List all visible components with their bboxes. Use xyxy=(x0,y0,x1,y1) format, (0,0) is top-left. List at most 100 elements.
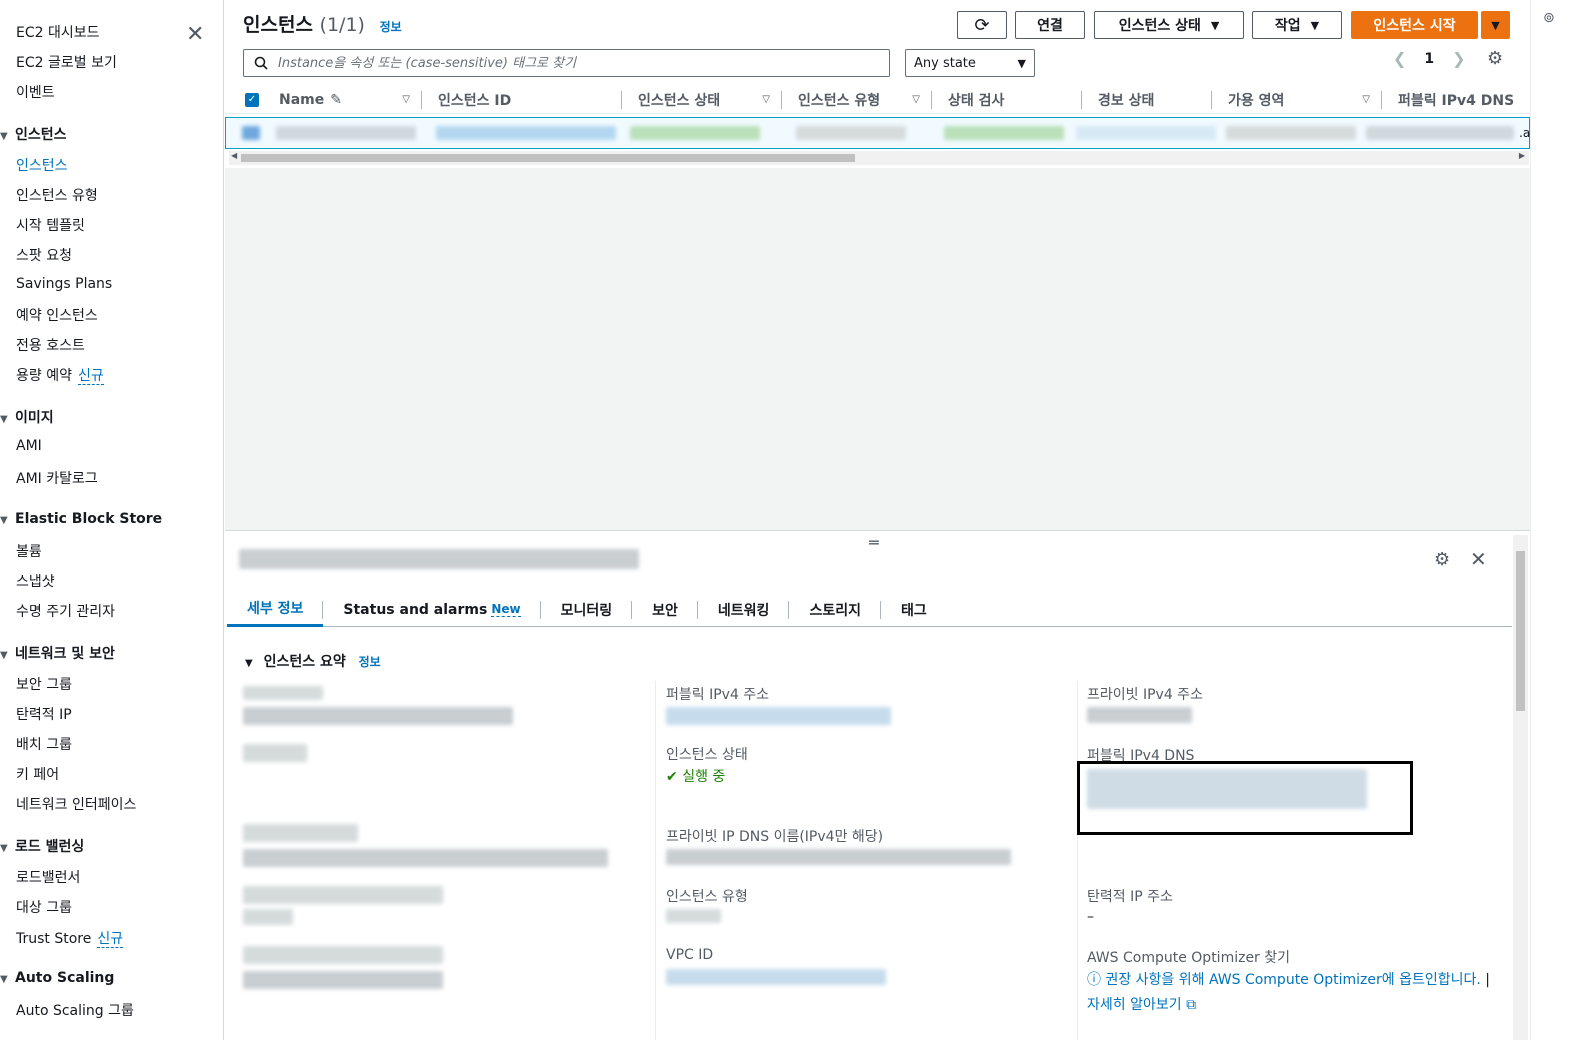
sidebar-item-snapshots[interactable]: 스냅샷 xyxy=(16,571,55,591)
chevron-right-icon[interactable]: ❯ xyxy=(1452,49,1465,68)
column-name[interactable]: Name ✎ ▽ xyxy=(263,86,422,114)
caret-down-icon: ▼ xyxy=(1310,18,1320,32)
sort-icon[interactable]: ▽ xyxy=(912,94,920,105)
sidebar-item-volumes[interactable]: 볼륨 xyxy=(16,541,42,561)
column-status-check[interactable]: 상태 검사 xyxy=(932,86,1082,114)
vpc-id-label: VPC ID xyxy=(666,947,714,963)
column-divider xyxy=(1077,681,1078,1040)
sidebar-item-ami-catalog[interactable]: AMI 카탈로그 xyxy=(16,468,98,488)
tab-status-alarms[interactable]: Status and alarms New xyxy=(323,593,541,627)
sidebar-item-load-balancers[interactable]: 로드밸런서 xyxy=(16,867,80,887)
sidebar-item-dedicated-hosts[interactable]: 전용 호스트 xyxy=(16,335,85,355)
scrollbar-thumb[interactable] xyxy=(1516,551,1525,711)
redacted-instance-title xyxy=(239,549,639,569)
tab-details[interactable]: 세부 정보 xyxy=(227,593,324,627)
redacted-public-ipv4[interactable] xyxy=(666,707,891,725)
sidebar-item-savings-plans[interactable]: Savings Plans xyxy=(16,276,112,292)
sort-icon[interactable]: ▽ xyxy=(762,94,770,105)
actions-button[interactable]: 작업 ▼ xyxy=(1252,11,1342,39)
launch-instances-button[interactable]: 인스턴스 시작 xyxy=(1351,11,1478,39)
column-instance-type[interactable]: 인스턴스 유형 ▽ xyxy=(782,86,932,114)
sidebar-item-security-groups[interactable]: 보안 그룹 xyxy=(16,674,72,694)
optimizer-opt-in-link[interactable]: ⓘ 권장 사항을 위해 AWS Compute Optimizer에 옵트인합니… xyxy=(1087,969,1490,989)
column-availability-zone[interactable]: 가용 영역 ▽ xyxy=(1212,86,1382,114)
redacted-state xyxy=(630,126,760,140)
sidebar-item-ami[interactable]: AMI xyxy=(16,438,42,454)
close-icon[interactable]: ✕ xyxy=(186,22,204,47)
sort-icon[interactable]: ▽ xyxy=(402,94,410,105)
sidebar-item-lifecycle-manager[interactable]: 수명 주기 관리자 xyxy=(16,601,115,621)
sort-icon[interactable]: ▽ xyxy=(1362,94,1370,105)
sidebar-item-dashboard[interactable]: EC2 대시보드 xyxy=(16,22,100,42)
sidebar-section-instances[interactable]: ▼ 인스턴스 xyxy=(0,124,67,144)
redacted-name xyxy=(276,126,416,140)
sidebar-section-network-security[interactable]: ▼ 네트워크 및 보안 xyxy=(0,643,115,663)
sidebar-item-reserved-instances[interactable]: 예약 인스턴스 xyxy=(16,305,98,325)
state-filter-select[interactable]: Any state ▼ xyxy=(905,49,1035,77)
sidebar-item-key-pairs[interactable]: 키 페어 xyxy=(16,764,59,784)
row-checkbox[interactable] xyxy=(242,126,260,140)
sidebar-item-instances[interactable]: 인스턴스 xyxy=(16,155,68,175)
chevron-left-icon[interactable]: ❮ xyxy=(1393,49,1406,68)
tab-storage[interactable]: 스토리지 xyxy=(789,593,881,627)
section-instance-summary[interactable]: ▼ 인스턴스 요약 정보 xyxy=(245,651,381,671)
sidebar-item-network-interfaces[interactable]: 네트워크 인터페이스 xyxy=(16,794,136,814)
redacted-value xyxy=(243,971,443,989)
column-public-dns[interactable]: 퍼블릭 IPv4 DNS xyxy=(1382,86,1530,114)
external-link-icon: ⧉ xyxy=(1186,997,1197,1013)
sidebar-item-auto-scaling-groups[interactable]: Auto Scaling 그룹 xyxy=(16,1000,134,1020)
column-instance-state[interactable]: 인스턴스 상태 ▽ xyxy=(622,86,782,114)
redacted-private-dns xyxy=(666,849,1011,865)
gear-icon[interactable]: ⚙ xyxy=(1487,48,1503,69)
sidebar-item-trust-store[interactable]: Trust Store 신규 xyxy=(16,928,124,948)
redacted-vpc-id[interactable] xyxy=(666,969,886,985)
refresh-button[interactable]: ⟳ xyxy=(957,11,1007,39)
sidebar-item-events[interactable]: 이벤트 xyxy=(16,82,55,102)
tab-security[interactable]: 보안 xyxy=(632,593,698,627)
sidebar-section-load-balancing[interactable]: ▼ 로드 밸런싱 xyxy=(0,836,84,856)
tab-monitoring[interactable]: 모니터링 xyxy=(541,593,633,627)
instance-state-label: 인스턴스 상태 xyxy=(666,747,748,763)
sidebar-item-global-view[interactable]: EC2 글로벌 보기 xyxy=(16,52,117,72)
redacted-instance-id xyxy=(436,126,616,140)
scroll-right-icon[interactable]: ▶ xyxy=(1519,151,1525,160)
scrollbar-thumb[interactable] xyxy=(241,154,855,162)
new-badge: 신규 xyxy=(97,931,124,948)
scroll-left-icon[interactable]: ◀ xyxy=(231,151,237,160)
refresh-icon: ⟳ xyxy=(974,14,990,36)
connect-button[interactable]: 연결 xyxy=(1015,11,1085,39)
sidebar-section-auto-scaling[interactable]: ▼ Auto Scaling xyxy=(0,970,114,986)
help-panel-icon[interactable]: ⊚ xyxy=(1543,10,1555,26)
gear-icon[interactable]: ⚙ xyxy=(1434,549,1450,570)
sidebar-item-capacity-reservations[interactable]: 용량 예약 신규 xyxy=(16,365,104,385)
sidebar-section-images[interactable]: ▼ 이미지 xyxy=(0,407,54,427)
caret-down-icon: ▼ xyxy=(245,658,253,669)
info-link[interactable]: 정보 xyxy=(359,655,381,669)
launch-dropdown-button[interactable]: ▼ xyxy=(1481,11,1510,39)
instance-state-button[interactable]: 인스턴스 상태 ▼ xyxy=(1094,11,1244,39)
close-icon[interactable]: ✕ xyxy=(1470,547,1487,571)
instance-detail-panel: ═ ⚙ ✕ 세부 정보 Status and alarms New 모니터링 보안… xyxy=(225,530,1530,1040)
learn-more-link[interactable]: 자세히 알아보기 ⧉ xyxy=(1087,994,1196,1014)
sidebar-item-spot-requests[interactable]: 스팟 요청 xyxy=(16,245,72,265)
column-alarm-status[interactable]: 경보 상태 xyxy=(1082,86,1212,114)
info-link[interactable]: 정보 xyxy=(380,20,402,34)
sidebar-item-placement-groups[interactable]: 배치 그룹 xyxy=(16,734,72,754)
vertical-scrollbar[interactable] xyxy=(1513,535,1528,1040)
sidebar-item-instance-types[interactable]: 인스턴스 유형 xyxy=(16,185,98,205)
sidebar-item-target-groups[interactable]: 대상 그룹 xyxy=(16,897,72,917)
sidebar-item-launch-templates[interactable]: 시작 템플릿 xyxy=(16,215,85,235)
table-row[interactable]: .a xyxy=(225,117,1530,149)
tab-networking[interactable]: 네트워킹 xyxy=(698,593,790,627)
sidebar-section-ebs[interactable]: ▼ Elastic Block Store xyxy=(0,511,162,527)
search-input-wrapper[interactable] xyxy=(243,49,890,77)
horizontal-scrollbar[interactable]: ◀ ▶ xyxy=(229,151,1529,165)
search-input[interactable] xyxy=(278,55,858,71)
page-number[interactable]: 1 xyxy=(1424,51,1434,67)
sidebar-item-elastic-ips[interactable]: 탄력적 IP xyxy=(16,704,72,724)
drag-handle-icon[interactable]: ═ xyxy=(869,533,879,552)
select-all-checkbox[interactable]: ✓ xyxy=(245,92,259,107)
column-instance-id[interactable]: 인스턴스 ID xyxy=(422,86,622,114)
table-header: ✓ Name ✎ ▽ 인스턴스 ID 인스턴스 상태 ▽ 인스턴스 유형 ▽ 상… xyxy=(225,86,1530,114)
tab-tags[interactable]: 태그 xyxy=(881,593,947,627)
